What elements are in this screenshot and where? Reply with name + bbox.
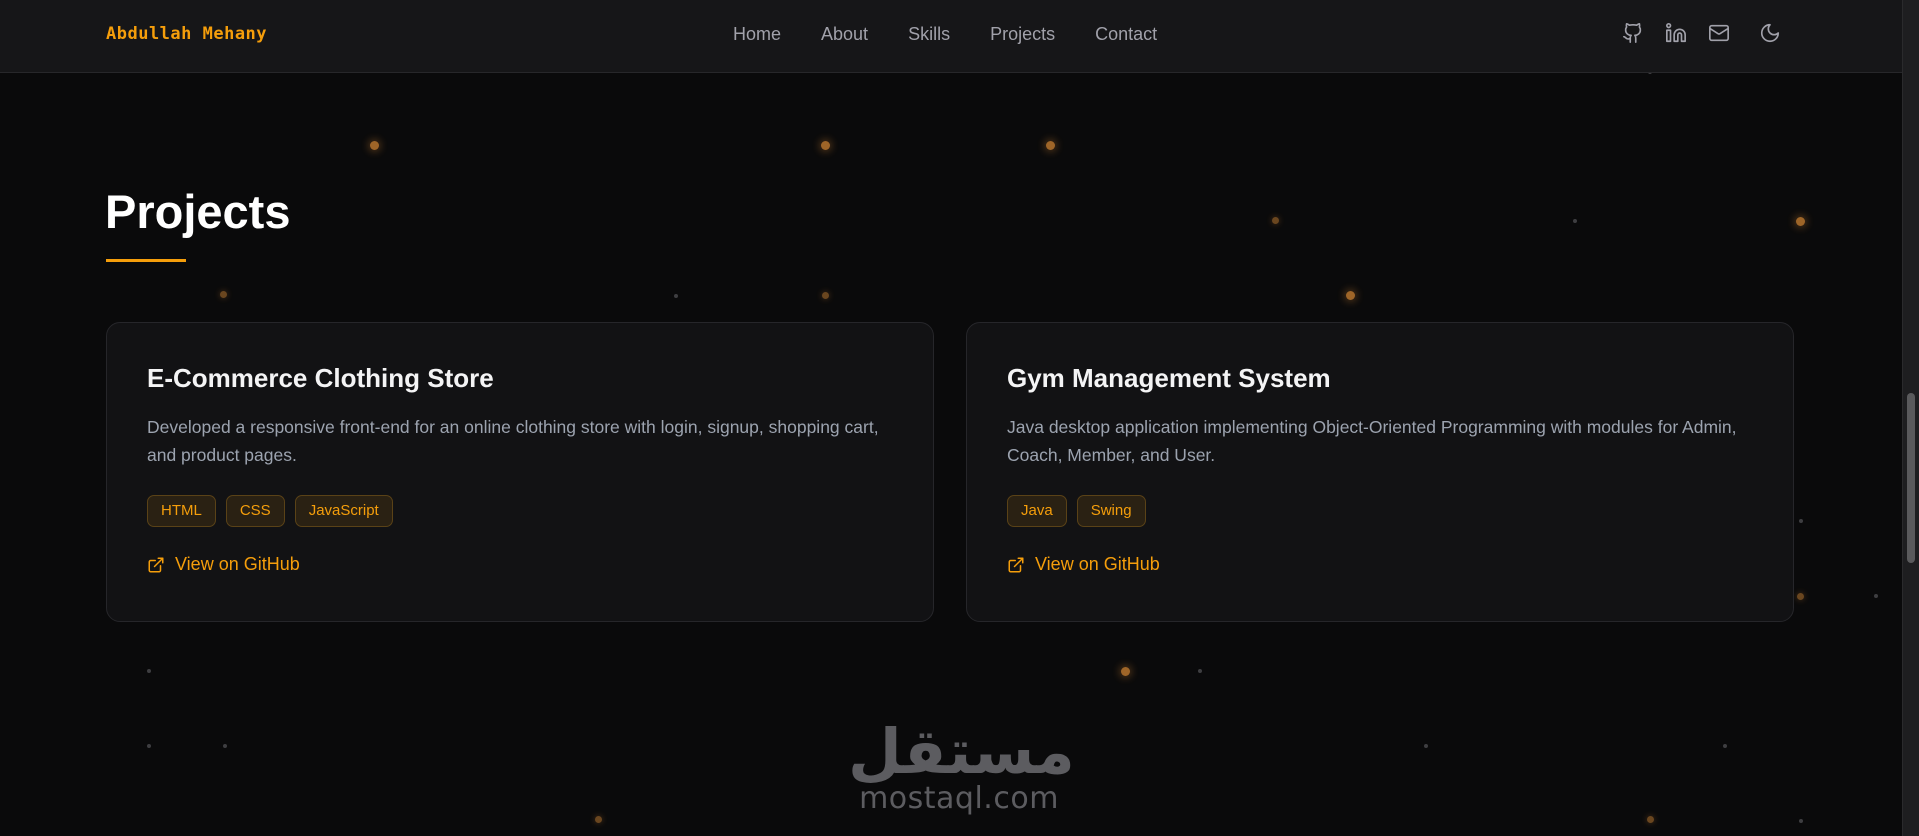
tech-tag: Swing [1076, 495, 1146, 527]
particle [821, 141, 830, 150]
particle [1198, 669, 1202, 673]
particle [370, 141, 379, 150]
project-title: Gym Management System [1007, 363, 1331, 393]
particle [220, 291, 227, 298]
project-tags: Java Swing [1007, 495, 1156, 527]
particle [147, 744, 151, 748]
nav-link-projects[interactable]: Projects [990, 24, 1055, 45]
project-card: Gym Management System Java desktop appli… [966, 322, 1794, 622]
tech-tag: JavaScript [294, 495, 393, 527]
brand-logo[interactable]: Abdullah Mehany [106, 24, 267, 44]
linkedin-icon[interactable] [1665, 22, 1689, 46]
particle [1796, 217, 1805, 226]
particle [1272, 217, 1279, 224]
scrollbar[interactable] [1902, 0, 1919, 836]
tech-tag: CSS [225, 495, 285, 527]
external-link-icon [1007, 556, 1035, 574]
nav-icons [1622, 22, 1783, 46]
particle [1121, 667, 1130, 676]
particle [1797, 593, 1804, 600]
nav-link-skills[interactable]: Skills [908, 24, 950, 45]
tech-tag: Java [1007, 495, 1067, 527]
github-icon[interactable] [1622, 22, 1646, 46]
particle [1799, 819, 1803, 823]
particle [1046, 141, 1055, 150]
nav-link-about[interactable]: About [821, 24, 868, 45]
particle [147, 669, 151, 673]
particle [1647, 816, 1654, 823]
scrollbar-thumb[interactable] [1907, 393, 1915, 563]
nav-links: Home About Skills Projects Contact [733, 24, 1157, 45]
project-card: E-Commerce Clothing Store Developed a re… [106, 322, 934, 622]
mail-icon[interactable] [1708, 22, 1732, 46]
project-description: Java desktop application implementing Ob… [1007, 417, 1737, 465]
external-link-icon [147, 556, 175, 574]
particle [1723, 744, 1727, 748]
link-label: View on GitHub [1035, 554, 1160, 574]
particle [1874, 594, 1878, 598]
project-title: E-Commerce Clothing Store [147, 363, 494, 393]
project-tags: HTML CSS JavaScript [147, 495, 403, 527]
particle [822, 292, 829, 299]
nav-link-home[interactable]: Home [733, 24, 781, 45]
view-on-github-link[interactable]: View on GitHub [147, 554, 300, 575]
tech-tag: HTML [147, 495, 216, 527]
watermark-latin: mostaql.com [859, 781, 1059, 816]
project-description: Developed a responsive front-end for an … [147, 417, 879, 465]
particle [1799, 519, 1803, 523]
title-underline [106, 259, 186, 262]
particle [1424, 744, 1428, 748]
watermark-arabic: مستقل [848, 715, 1075, 788]
mostaql-watermark: مستقل mostaql.com [848, 715, 1075, 816]
section-title: Projects [105, 185, 291, 238]
view-on-github-link[interactable]: View on GitHub [1007, 554, 1160, 575]
particle [674, 294, 678, 298]
particle [1346, 291, 1355, 300]
nav-link-contact[interactable]: Contact [1095, 24, 1157, 45]
navbar: Abdullah Mehany Home About Skills Projec… [0, 0, 1903, 73]
particle [1573, 219, 1577, 223]
moon-icon[interactable] [1759, 22, 1783, 46]
particle [595, 816, 602, 823]
link-label: View on GitHub [175, 554, 300, 574]
particle [223, 744, 227, 748]
